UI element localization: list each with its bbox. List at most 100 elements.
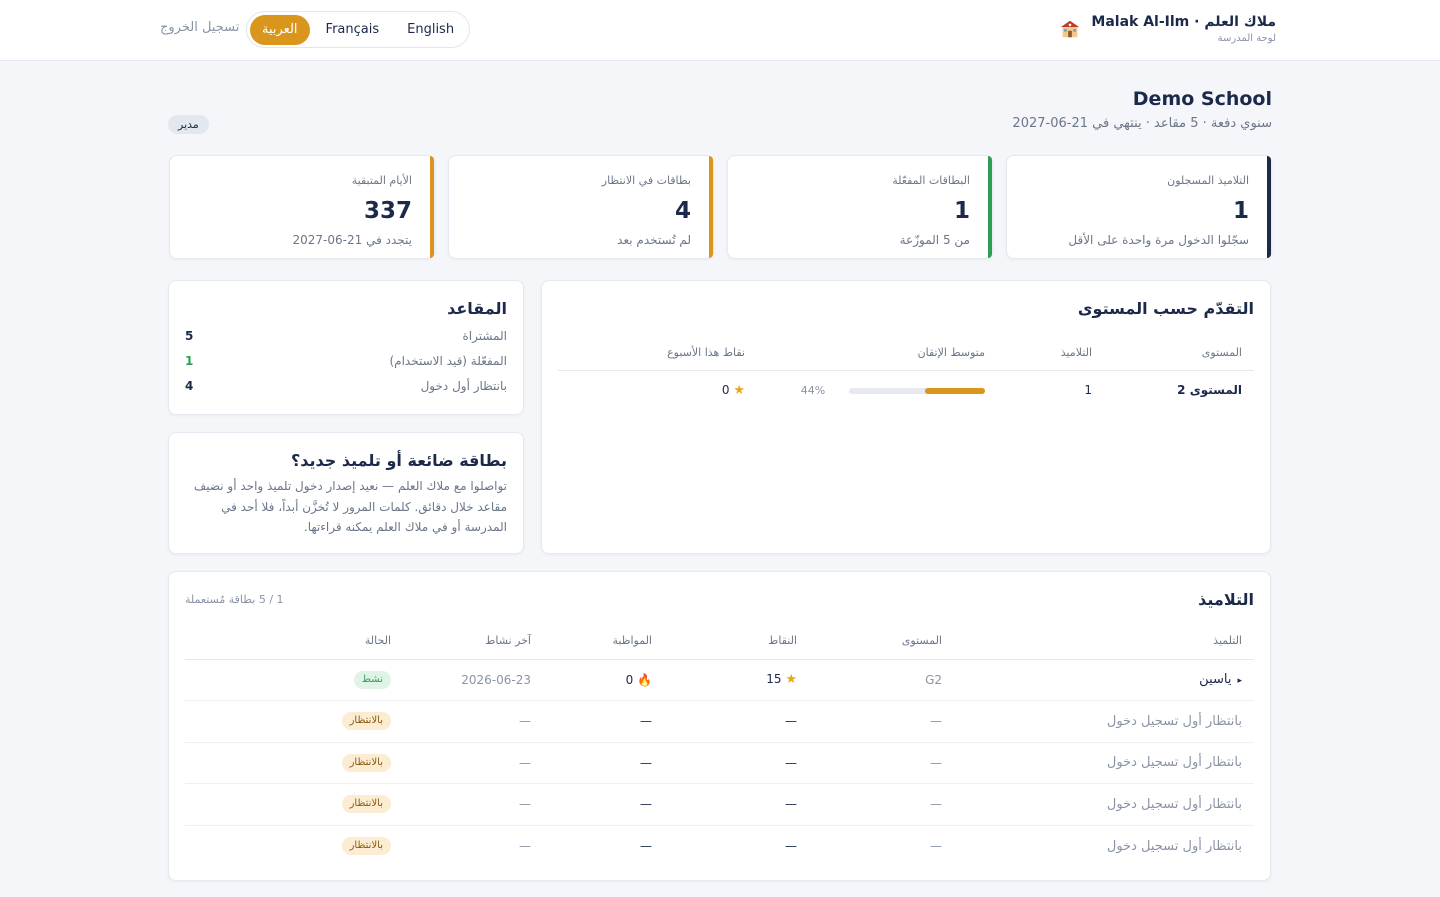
student-streak: 🔥 0	[543, 659, 664, 701]
progress-table: المستوى التلاميذ متوسط الإتقان نقاط هذا …	[558, 336, 1254, 410]
student-last-activity: —	[403, 742, 543, 784]
stat-card-pending: بطاقات في الانتظار 4 لم تُستخدم بعد	[448, 155, 714, 259]
lang-arabic-button[interactable]: العربية	[250, 14, 310, 45]
student-level: —	[809, 783, 954, 826]
student-name-cell[interactable]: ▸ ياسين	[954, 659, 1254, 701]
seat-row-purchased: المشتراة 5	[185, 328, 507, 345]
students-table: التلميذ المستوى النقاط المواظبة آخر نشاط…	[185, 623, 1254, 867]
student-status: بالانتظار	[185, 783, 403, 826]
mastery-bar-fill	[925, 387, 985, 394]
stat-subtext: يتجدد في 21-06-2027	[292, 233, 412, 247]
status-badge: بالانتظار	[341, 795, 391, 814]
stat-label: البطاقات المفعّلة	[892, 174, 970, 187]
student-last-activity: —	[519, 839, 531, 853]
points-value: 15	[766, 672, 782, 687]
level-students: 1	[1084, 383, 1092, 398]
stat-accent-bar	[430, 156, 434, 258]
student-name: بانتظار أول تسجيل دخول	[954, 783, 1254, 826]
level-mastery: 44%	[757, 370, 997, 410]
star-icon: ★	[733, 382, 745, 398]
lang-french-button[interactable]: Français	[314, 15, 392, 45]
streak-value: 0	[625, 672, 634, 687]
status-badge: بالانتظار	[341, 753, 391, 772]
star-icon: ★	[785, 672, 797, 688]
language-switcher: العربية Français English	[246, 11, 471, 48]
stat-value: 1	[953, 198, 970, 224]
student-status: بالانتظار	[185, 825, 403, 867]
col-level: المستوى	[1104, 336, 1254, 371]
seat-label: بانتظار أول دخول	[420, 379, 507, 393]
table-row[interactable]: بانتظار أول تسجيل دخول — — — — بالانتظار	[185, 783, 1254, 826]
stat-label: بطاقات في الانتظار	[601, 174, 691, 187]
brand[interactable]: ملاك العلم · Malak Al-Ilm لوحة المدرسة	[1059, 12, 1276, 46]
student-last-activity: —	[403, 700, 543, 743]
school-meta: سنوي دفعة · 5 مقاعد · ينتهي في 21-06-202…	[1012, 116, 1272, 131]
table-header-row: المستوى التلاميذ متوسط الإتقان نقاط هذا …	[558, 336, 1254, 371]
table-header-row: التلميذ المستوى النقاط المواظبة آخر نشاط…	[185, 623, 1254, 660]
weekly-points: ★ 0	[558, 370, 757, 410]
col-points: النقاط	[664, 623, 809, 660]
table-row[interactable]: بانتظار أول تسجيل دخول — — — — بالانتظار	[185, 700, 1254, 743]
stat-card-days-left: الأيام المتبقية 337 يتجدد في 21-06-2027	[169, 155, 435, 259]
flame-icon: 🔥	[637, 672, 652, 687]
mastery-percent: 44%	[800, 384, 826, 398]
student-streak: —	[543, 742, 664, 784]
students-card: التلاميذ 1 / 5 بطاقة مُستعملة التلميذ ال…	[168, 571, 1271, 881]
stat-label: الأيام المتبقية	[351, 174, 412, 187]
col-last-activity: آخر نشاط	[403, 623, 543, 660]
seat-value: 1	[185, 354, 194, 368]
brand-title: ملاك العلم · Malak Al-Ilm	[1091, 14, 1276, 30]
progress-title: التقدّم حسب المستوى	[1077, 299, 1254, 318]
student-points: —	[785, 839, 797, 853]
logout-link[interactable]: تسجيل الخروج	[160, 20, 239, 35]
student-name: بانتظار أول تسجيل دخول	[954, 700, 1254, 743]
col-weekly-points: نقاط هذا الأسبوع	[558, 336, 757, 371]
student-points: —	[664, 700, 809, 743]
status-badge: بالانتظار	[341, 712, 391, 731]
table-row[interactable]: ▸ ياسين G2 ★ 15 🔥 0 2026-06-23 نشط	[185, 659, 1254, 701]
table-row[interactable]: بانتظار أول تسجيل دخول — — — — بالانتظار	[185, 742, 1254, 784]
student-level: G2	[809, 659, 954, 701]
student-points: —	[664, 783, 809, 826]
mastery-bar	[849, 387, 985, 394]
top-bar: ملاك العلم · Malak Al-Ilm لوحة المدرسة ا…	[0, 0, 1440, 61]
student-name: ياسين	[1199, 672, 1232, 688]
progress-by-level-card: التقدّم حسب المستوى المستوى التلاميذ متو…	[541, 280, 1271, 554]
student-status: بالانتظار	[185, 700, 403, 743]
col-status: الحالة	[185, 623, 403, 660]
brand-subtitle: لوحة المدرسة	[1217, 33, 1276, 44]
page-title: Demo School	[1132, 88, 1272, 110]
student-level: —	[930, 839, 942, 853]
seat-value: 4	[185, 379, 194, 393]
stat-label: التلاميذ المسجلون	[1167, 174, 1249, 187]
stat-accent-bar	[988, 156, 992, 258]
stat-accent-bar	[709, 156, 713, 258]
student-streak: —	[543, 783, 664, 826]
students-header: التلاميذ 1 / 5 بطاقة مُستعملة	[185, 590, 1254, 609]
seats-card: المقاعد المشتراة 5 المفعّلة (قيد الاستخد…	[168, 280, 524, 415]
level-name: المستوى 2	[1177, 383, 1242, 398]
status-badge: بالانتظار	[341, 837, 391, 855]
seat-value: 5	[185, 329, 194, 343]
seats-title: المقاعد	[447, 299, 507, 318]
stat-accent-bar	[1267, 156, 1271, 258]
seat-row-pending: بانتظار أول دخول 4	[185, 378, 507, 395]
table-row[interactable]: المستوى 2 1 44% ★ 0	[558, 370, 1254, 410]
lost-card-text: تواصلوا مع ملاك العلم — نعيد إصدار دخول …	[193, 479, 507, 534]
student-name: بانتظار أول تسجيل دخول	[954, 742, 1254, 784]
student-last-activity: 2026-06-23	[403, 659, 543, 701]
expand-caret-icon[interactable]: ▸	[1237, 676, 1242, 686]
stat-card-registered: التلاميذ المسجلون 1 سجّلوا الدخول مرة وا…	[1006, 155, 1272, 259]
student-status: بالانتظار	[185, 742, 403, 784]
lang-english-button[interactable]: English	[395, 15, 466, 45]
stat-subtext: لم تُستخدم بعد	[617, 233, 691, 247]
stat-subtext: سجّلوا الدخول مرة واحدة على الأقل	[1068, 233, 1249, 247]
col-student: التلميذ	[954, 623, 1254, 660]
col-mastery: متوسط الإتقان	[757, 336, 997, 371]
student-level: —	[809, 742, 954, 784]
table-row[interactable]: بانتظار أول تسجيل دخول — — — — بالانتظار	[185, 825, 1254, 867]
lost-card-help: بطاقة ضائعة أو تلميذ جديد؟ تواصلوا مع مل…	[168, 432, 524, 554]
students-title: التلاميذ	[1198, 590, 1254, 609]
school-icon	[1061, 20, 1080, 38]
seat-row-activated: المفعّلة (قيد الاستخدام) 1	[185, 353, 507, 370]
